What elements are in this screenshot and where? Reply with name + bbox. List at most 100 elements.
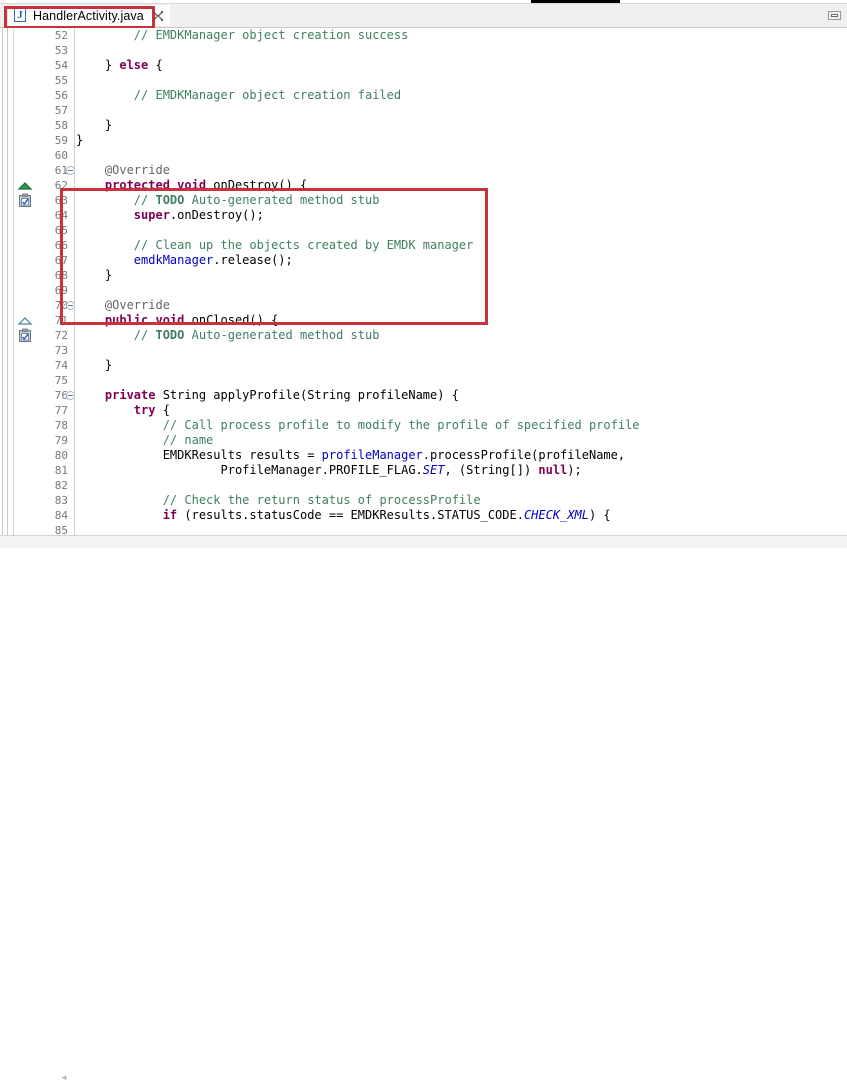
code-token: ) {	[588, 508, 611, 522]
code-line: // Call process profile to modify the pr…	[76, 418, 847, 433]
code-token: super	[133, 208, 170, 222]
code-token: Auto-generated method stub	[184, 328, 380, 342]
code-token: TODO	[155, 193, 185, 207]
code-token: try	[133, 403, 156, 417]
annotation-ruler-inner[interactable]	[7, 28, 8, 535]
code-token: //	[133, 328, 156, 342]
gutter-separator	[74, 28, 75, 535]
code-token: }	[76, 133, 84, 147]
code-token: String applyProfile(String profileName) …	[155, 388, 459, 402]
java-file-icon-letter: J	[17, 9, 23, 21]
code-line: // TODO Auto-generated method stub	[76, 193, 847, 208]
marker-gutter[interactable]	[14, 28, 36, 535]
code-token: TODO	[155, 328, 185, 342]
code-token: Auto-generated method stub	[184, 193, 380, 207]
close-icon[interactable]	[152, 10, 164, 22]
minimize-button[interactable]	[828, 11, 841, 20]
tab-handleractivity-java[interactable]: J HandlerActivity.java	[8, 5, 170, 26]
code-token: // EMDKManager object creation success	[133, 28, 409, 42]
code-token: , (String[])	[444, 463, 539, 477]
annotation-ruler-left[interactable]	[2, 28, 3, 535]
code-line: }	[76, 358, 847, 373]
code-line: } else {	[76, 58, 847, 73]
code-line: // Clean up the objects created by EMDK …	[76, 238, 847, 253]
code-token: @Override	[104, 298, 170, 312]
code-line: try {	[76, 403, 847, 418]
code-token: {	[148, 58, 163, 72]
code-token: onClosed() {	[184, 313, 279, 327]
todo-task-icon[interactable]	[16, 193, 34, 208]
code-text-area[interactable]: // EMDKManager object creation success }…	[76, 28, 847, 535]
implements-method-icon[interactable]	[16, 313, 34, 328]
code-line: @Override	[76, 298, 847, 313]
tab-title: HandlerActivity.java	[33, 8, 144, 23]
code-token: // name	[162, 433, 214, 447]
code-token: .onDestroy();	[169, 208, 264, 222]
code-token: null	[538, 463, 568, 477]
code-token: EMDKResults results =	[76, 448, 322, 462]
code-token: protected	[104, 178, 170, 192]
code-token: CHECK_XML	[523, 508, 589, 522]
code-line: public void onClosed() {	[76, 313, 847, 328]
java-file-icon: J	[13, 8, 28, 23]
editor-tab-bar: J HandlerActivity.java	[0, 4, 847, 29]
code-token: onDestroy() {	[206, 178, 308, 192]
code-line: // EMDKManager object creation failed	[76, 88, 847, 103]
code-line: if (results.statusCode == EMDKResults.ST…	[76, 508, 847, 523]
code-token: }	[76, 358, 113, 372]
code-token: public	[104, 313, 149, 327]
code-token: );	[567, 463, 582, 477]
code-token: void	[177, 178, 207, 192]
code-line: super.onDestroy();	[76, 208, 847, 223]
code-token: // Clean up the objects created by EMDK …	[133, 238, 474, 252]
code-line: ProfileManager.PROFILE_FLAG.SET, (String…	[76, 463, 847, 478]
code-line: protected void onDestroy() {	[76, 178, 847, 193]
code-line: @Override	[76, 163, 847, 178]
code-token: .processProfile(profileName,	[422, 448, 626, 462]
code-line: // TODO Auto-generated method stub	[76, 328, 847, 343]
code-token: // Check the return status of processPro…	[162, 493, 481, 507]
code-token: }	[104, 58, 120, 72]
code-token: emdkManager	[133, 253, 214, 267]
code-token: (results.statusCode == EMDKResults.STATU…	[177, 508, 524, 522]
todo-task-icon[interactable]	[16, 328, 34, 343]
code-line: // name	[76, 433, 847, 448]
code-line: emdkManager.release();	[76, 253, 847, 268]
code-token: }	[76, 268, 113, 282]
code-token: {	[155, 403, 170, 417]
code-line: // EMDKManager object creation success	[76, 28, 847, 43]
scroll-left-arrow[interactable]: ◄	[60, 1074, 68, 1082]
code-token: @Override	[104, 163, 170, 177]
code-line: }	[76, 133, 847, 148]
code-editor[interactable]: 52 53 54 55 56 57 58 59 60 61 62 63 64 65 66 67 68 69 70 71…	[0, 28, 847, 535]
code-line: EMDKResults results = profileManager.pro…	[76, 448, 847, 463]
overrides-method-icon[interactable]	[16, 178, 34, 193]
horizontal-scrollbar[interactable]: ◄	[0, 535, 847, 1082]
